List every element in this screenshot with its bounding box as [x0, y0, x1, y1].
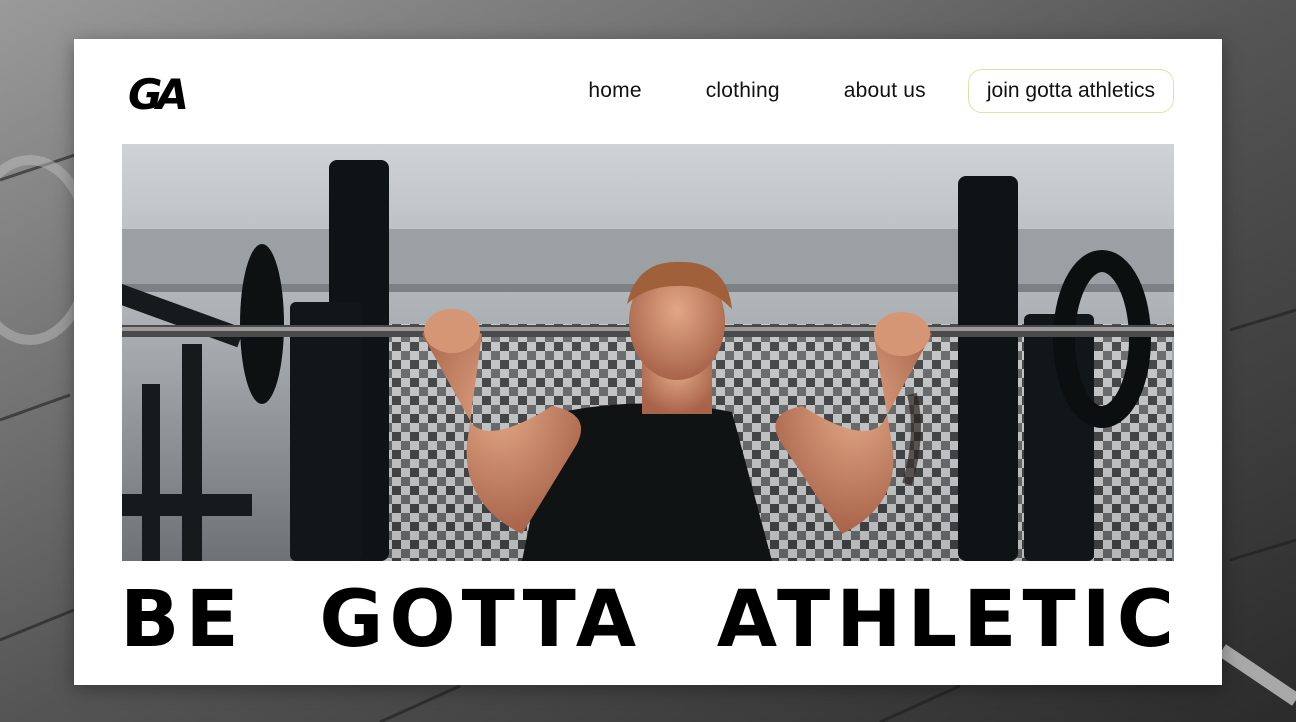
- nav-link-about-us[interactable]: about us: [844, 79, 926, 103]
- weightlifter-photo: [122, 144, 1174, 561]
- logo-text: GA: [128, 70, 189, 119]
- main-nav: home clothing about us join gotta athlet…: [588, 67, 1174, 115]
- nav-link-home[interactable]: home: [588, 79, 641, 103]
- hero-headline: BE GOTTA ATHLETIC: [120, 575, 1180, 665]
- site-card: GA home clothing about us join gotta ath…: [74, 39, 1222, 685]
- join-button[interactable]: join gotta athletics: [967, 69, 1174, 113]
- hero-image: [122, 144, 1174, 561]
- nav-link-clothing[interactable]: clothing: [706, 79, 780, 103]
- brand-logo[interactable]: GA: [128, 65, 200, 121]
